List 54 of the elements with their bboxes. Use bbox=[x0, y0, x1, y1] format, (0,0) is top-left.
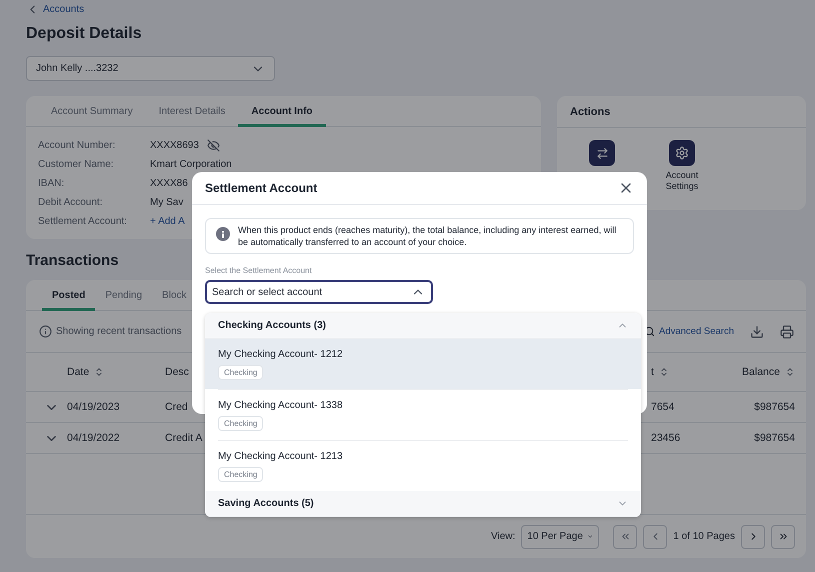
balance-cell: $987654 bbox=[754, 401, 795, 413]
column-header: Balance bbox=[742, 366, 780, 378]
info-text: When this product ends (reaches maturity), the total balance, including any interest earned, will be automatically transferred to an account of your choice. bbox=[238, 224, 618, 248]
account-type-tag: Checking bbox=[218, 364, 264, 380]
account-name: My Checking Account- 1212 bbox=[218, 348, 343, 360]
account-search-field[interactable]: Search or select account bbox=[205, 280, 433, 304]
add-link[interactable]: + Add A bbox=[150, 216, 185, 227]
tab[interactable]: Posted bbox=[42, 280, 96, 311]
field-label: IBAN: bbox=[38, 178, 64, 189]
view-label: View: bbox=[491, 531, 516, 542]
field-value: XXXX8693 bbox=[150, 140, 199, 151]
tab[interactable]: Pending bbox=[95, 280, 152, 311]
field-value: My Sav bbox=[150, 197, 184, 208]
dialog-title: Settlement Account bbox=[205, 181, 318, 195]
page-indicator: 1 of 10 Pages bbox=[673, 531, 735, 542]
tab[interactable]: Interest Details bbox=[146, 96, 238, 127]
field-label: Customer Name: bbox=[38, 159, 114, 170]
back-link[interactable]: Accounts bbox=[43, 4, 84, 15]
column-header: Desc bbox=[165, 366, 189, 378]
account-type-tag: Checking bbox=[218, 416, 264, 430]
account-dropdown[interactable]: John Kelly ....3232 bbox=[26, 56, 275, 81]
field-label: Select the Settlement Account bbox=[205, 266, 312, 275]
field-label: Account Number: bbox=[38, 140, 116, 151]
account-option[interactable]: My Checking Account- 1212 Checking bbox=[205, 339, 641, 389]
date-cell: 04/19/2022 bbox=[67, 432, 120, 444]
action-button[interactable]: Account Settings bbox=[652, 140, 712, 192]
column-header: t bbox=[651, 366, 654, 378]
amount-cell: 7654 bbox=[651, 401, 674, 413]
field-value: XXXX86 bbox=[150, 178, 188, 189]
notice-text: Showing recent transactions bbox=[56, 326, 182, 337]
balance-cell: $987654 bbox=[754, 432, 795, 444]
group-header[interactable]: Saving Accounts (5) bbox=[205, 491, 641, 517]
section-title: Transactions bbox=[26, 251, 119, 271]
column-header: Date bbox=[67, 366, 90, 378]
account-name: My Checking Account- 1338 bbox=[218, 400, 343, 410]
tab[interactable]: Account Info bbox=[238, 96, 326, 127]
account-name: My Checking Account- 1213 bbox=[218, 450, 343, 462]
tab[interactable]: Block bbox=[152, 280, 196, 311]
description-cell: Credit A bbox=[165, 432, 202, 444]
field-label: Settlement Account: bbox=[38, 216, 127, 227]
account-option[interactable]: My Checking Account- 1213 Checking bbox=[205, 441, 641, 491]
amount-cell: 23456 bbox=[651, 432, 680, 444]
field-label: Debit Account: bbox=[38, 197, 102, 208]
card-title: Actions bbox=[570, 106, 610, 118]
advanced-search-link[interactable]: Advanced Search bbox=[659, 326, 734, 337]
field-value: Kmart Corporation bbox=[150, 159, 232, 170]
description-cell: Cred bbox=[165, 401, 188, 413]
account-type-tag: Checking bbox=[218, 466, 264, 482]
account-option[interactable]: My Checking Account- 1338 Checking bbox=[205, 390, 641, 440]
tab[interactable]: Account Summary bbox=[38, 96, 146, 127]
group-header[interactable]: Checking Accounts (3) bbox=[205, 313, 641, 339]
page-title: Deposit Details bbox=[26, 24, 142, 44]
date-cell: 04/19/2023 bbox=[67, 401, 120, 413]
per-page-dropdown[interactable]: 10 Per Page bbox=[521, 524, 600, 548]
